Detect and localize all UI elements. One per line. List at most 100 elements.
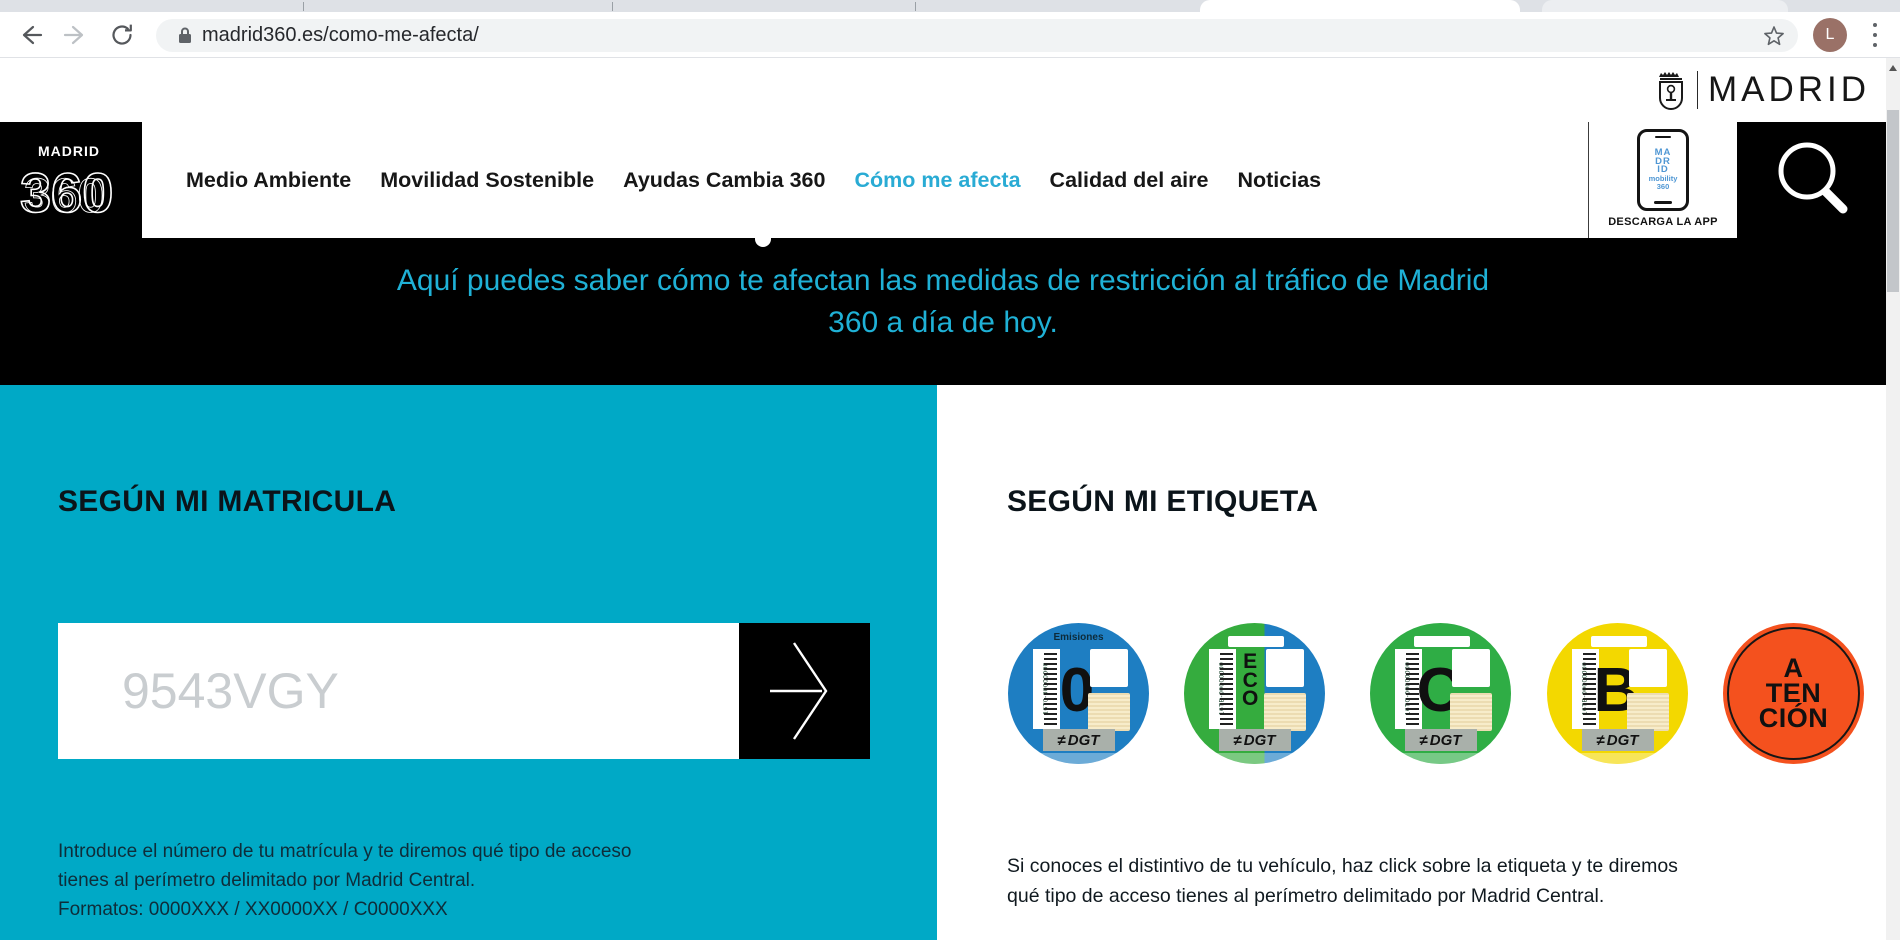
plate-input[interactable] <box>58 623 739 759</box>
badge-bottom-strip <box>1207 753 1303 764</box>
tab-divider <box>303 2 304 11</box>
etiqueta-badges: Emisiones16T0-000000000≠DGT16TE-00000000… <box>1008 623 1868 768</box>
madrid-city-logo[interactable]: MADRID <box>1655 68 1870 112</box>
address-bar[interactable]: madrid360.es/como-me-afecta/ <box>156 19 1798 52</box>
main-content: SEGÚN MI MATRICULA Introduce el número d… <box>0 385 1900 940</box>
badge-bottom-strip <box>1393 753 1489 764</box>
description-line: qué tipo de acceso tienes al perímetro d… <box>1007 881 1678 911</box>
etiqueta-heading: SEGÚN MI ETIQUETA <box>1007 485 1318 519</box>
badge-bottom-strip <box>1031 753 1127 764</box>
badge-top-bar <box>1228 636 1284 647</box>
search-button[interactable] <box>1737 122 1886 238</box>
nav-item-calidad-del-aire[interactable]: Calidad del aire <box>1050 168 1209 193</box>
browser-tab-strip <box>0 0 1900 12</box>
description-line: Introduce el número de tu matrícula y te… <box>58 837 631 866</box>
nav-item-noticias[interactable]: Noticias <box>1237 168 1321 193</box>
dgt-logo: ≠DGT <box>1219 729 1291 751</box>
etiqueta-badge-c[interactable]: 16TC-00000000C≠DGT <box>1370 623 1511 764</box>
badge-hologram <box>1627 693 1669 731</box>
etiqueta-badge-cero[interactable]: Emisiones16T0-000000000≠DGT <box>1008 623 1149 764</box>
description-line: Formatos: 0000XXX / XX0000XX / C0000XXX <box>58 895 631 924</box>
main-navigation: Medio Ambiente Movilidad Sostenible Ayudas… <box>142 122 1737 238</box>
badge-hologram <box>1088 693 1130 731</box>
back-icon[interactable] <box>17 22 43 48</box>
page-hero-section: MADRID 360 360 Medio Ambiente Movilidad S… <box>0 122 1900 385</box>
hidden-heading-fragment <box>755 238 771 247</box>
tab-divider <box>612 2 613 11</box>
tab-divider <box>915 2 916 11</box>
active-tab[interactable] <box>1200 0 1520 12</box>
badge-barcode-icon <box>1220 653 1233 725</box>
phone-icon: MA DR ID mobility 360 <box>1637 129 1689 211</box>
dgt-label: DGT <box>1068 732 1100 749</box>
page-scrollbar[interactable] <box>1886 58 1900 940</box>
etiqueta-badge-eco[interactable]: 16TE-00000000 E C O ≠DGT <box>1184 623 1325 764</box>
madrid360-logo[interactable]: MADRID 360 360 <box>12 130 132 238</box>
dgt-glyph: ≠ <box>1234 732 1242 749</box>
forward-icon[interactable] <box>63 22 89 48</box>
bookmark-star-icon[interactable] <box>1762 24 1786 48</box>
dgt-label: DGT <box>1430 732 1462 749</box>
svg-text:360: 360 <box>24 170 104 223</box>
phone-logo-text: MA DR ID <box>1655 149 1672 175</box>
badge-barcode-strip: 16TE-00000000 <box>1209 649 1236 729</box>
download-app-label: DESCARGA LA APP <box>1608 216 1718 228</box>
nav-links: Medio Ambiente Movilidad Sostenible Ayudas… <box>186 122 1321 238</box>
dgt-glyph: ≠ <box>1597 732 1605 749</box>
badge-hologram <box>1264 693 1306 731</box>
nav-item-movilidad-sostenible[interactable]: Movilidad Sostenible <box>380 168 594 193</box>
url-text[interactable]: madrid360.es/como-me-afecta/ <box>202 19 479 52</box>
badge-bottom-strip <box>1570 753 1666 764</box>
dgt-logo: ≠DGT <box>1043 729 1115 751</box>
nav-item-ayudas-cambia-360[interactable]: Ayudas Cambia 360 <box>623 168 825 193</box>
badge-top-bar <box>1591 636 1647 647</box>
badge-top-bar <box>1414 636 1470 647</box>
etiqueta-badge-atencion[interactable]: ATENCIÓN <box>1723 623 1864 764</box>
badge-white-square <box>1266 649 1304 687</box>
etiqueta-badge-b[interactable]: 16TB-00000000B≠DGT <box>1547 623 1688 764</box>
dgt-logo: ≠DGT <box>1405 729 1477 751</box>
search-icon <box>1771 139 1853 221</box>
plate-form <box>58 623 870 759</box>
lock-icon <box>178 27 192 44</box>
brand-divider <box>1697 71 1698 109</box>
inactive-tab[interactable] <box>1542 0 1788 12</box>
hero-text: Aquí puedes saber cómo te afectan las me… <box>0 260 1886 344</box>
badge-attention-line: CIÓN <box>1759 706 1829 731</box>
svg-text:MADRID: MADRID <box>38 143 100 159</box>
description-line: tienes al perímetro delimitado por Madri… <box>58 866 631 895</box>
dgt-label: DGT <box>1607 732 1639 749</box>
badge-hologram <box>1450 693 1492 731</box>
badge-white-square <box>1090 649 1128 687</box>
plate-submit-button[interactable] <box>739 623 870 759</box>
badge-white-square <box>1629 649 1667 687</box>
matricula-heading: SEGÚN MI MATRICULA <box>58 485 396 519</box>
matricula-description: Introduce el número de tu matrícula y te… <box>58 837 631 924</box>
browser-menu-icon[interactable] <box>1872 23 1878 47</box>
phone-logo-360: 360 <box>1657 183 1670 191</box>
browser-window: madrid360.es/como-me-afecta/ L MADRID MA <box>0 0 1900 940</box>
nav-item-medio-ambiente[interactable]: Medio Ambiente <box>186 168 351 193</box>
madrid-crest-icon <box>1655 69 1687 111</box>
scrollbar-up-arrow[interactable] <box>1889 65 1897 71</box>
browser-toolbar: madrid360.es/como-me-afecta/ L <box>0 12 1900 58</box>
download-app-box[interactable]: MA DR ID mobility 360 DESCARGA LA APP <box>1588 122 1737 238</box>
site-header: MADRID <box>0 58 1900 122</box>
profile-avatar[interactable]: L <box>1813 18 1847 52</box>
scrollbar-thumb[interactable] <box>1887 110 1899 292</box>
hero-line: 360 a día de hoy. <box>0 302 1886 344</box>
dgt-glyph: ≠ <box>1058 732 1066 749</box>
brand-wordmark: MADRID <box>1708 70 1870 110</box>
badge-attention-text: ATENCIÓN <box>1723 623 1864 764</box>
badge-letter: E C O <box>1242 653 1258 709</box>
etiqueta-description: Si conoces el distintivo de tu vehículo,… <box>1007 851 1678 911</box>
dgt-logo: ≠DGT <box>1582 729 1654 751</box>
nav-item-cómo-me-afecta[interactable]: Cómo me afecta <box>854 168 1020 193</box>
reload-icon[interactable] <box>109 22 135 48</box>
hero-line: Aquí puedes saber cómo te afectan las me… <box>0 260 1886 302</box>
dgt-glyph: ≠ <box>1420 732 1428 749</box>
description-line: Si conoces el distintivo de tu vehículo,… <box>1007 851 1678 881</box>
dgt-label: DGT <box>1244 732 1276 749</box>
badge-top-label: Emisiones <box>1008 632 1149 643</box>
badge-white-square <box>1452 649 1490 687</box>
